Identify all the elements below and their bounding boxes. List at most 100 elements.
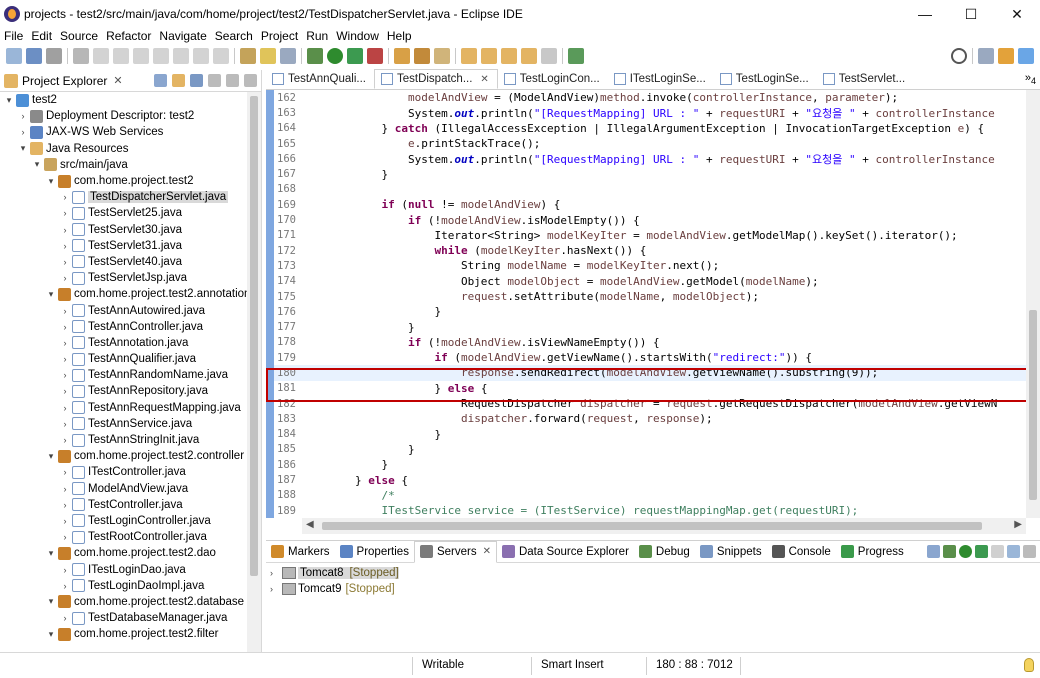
expanded-arrow-icon[interactable]: ▾ (46, 451, 56, 462)
scrollbar-thumb[interactable] (1029, 310, 1037, 500)
code-line[interactable]: 170 if (!modelAndView.isModelEmpty()) { (274, 212, 1026, 227)
tab-data-source-explorer[interactable]: Data Source Explorer (497, 541, 634, 563)
suspend-icon[interactable] (113, 48, 129, 64)
project-explorer-tab[interactable]: Project Explorer ✕ (0, 70, 261, 92)
save-icon[interactable] (26, 48, 42, 64)
debug-server-icon[interactable] (943, 545, 956, 558)
tree-item[interactable]: ▾ test2 (0, 92, 247, 108)
tree-item[interactable]: › ModelAndView.java (0, 481, 247, 497)
maximize-button[interactable]: ☐ (948, 0, 994, 28)
menu-file[interactable]: File (0, 29, 27, 43)
tree-item[interactable]: › TestAnnStringInit.java (0, 432, 247, 448)
expanded-arrow-icon[interactable]: ▾ (46, 629, 56, 640)
collapsed-arrow-icon[interactable]: › (18, 111, 28, 121)
collapse-all-icon[interactable] (927, 545, 940, 558)
filter-icon[interactable] (190, 74, 203, 87)
collapsed-arrow-icon[interactable]: › (60, 370, 70, 380)
debug-icon[interactable] (307, 48, 323, 64)
pin-editor-icon[interactable] (568, 48, 584, 64)
view-menu-icon[interactable] (208, 74, 221, 87)
close-tab-icon[interactable]: ✕ (480, 74, 488, 85)
tree-item[interactable]: ▾ com.home.project.test2.dao (0, 545, 247, 561)
collapsed-arrow-icon[interactable]: › (60, 241, 70, 251)
expanded-arrow-icon[interactable]: ▾ (4, 95, 14, 106)
minimize-view-icon[interactable] (226, 74, 239, 87)
external-tools-icon[interactable] (367, 48, 383, 64)
tab-console[interactable]: Console (767, 541, 836, 563)
tab-debug[interactable]: Debug (634, 541, 695, 563)
collapsed-arrow-icon[interactable]: › (60, 386, 70, 396)
code-line[interactable]: 169 if (null != modelAndView) { (274, 197, 1026, 212)
disconnect-icon[interactable] (153, 48, 169, 64)
tree-item[interactable]: ▾ com.home.project.test2.database (0, 594, 247, 610)
tree-item[interactable]: › TestAnnController.java (0, 319, 247, 335)
tree-item[interactable]: › TestAnnRepository.java (0, 383, 247, 399)
collapsed-arrow-icon[interactable]: › (60, 403, 70, 413)
next-annotation-icon[interactable] (461, 48, 477, 64)
scroll-right-icon[interactable]: ▶ (1014, 519, 1022, 530)
tree-item[interactable]: › TestAnnQualifier.java (0, 351, 247, 367)
code-line[interactable]: 163 System.out.println("[RequestMapping]… (274, 105, 1026, 120)
tree-item[interactable]: › TestRootController.java (0, 529, 247, 545)
tree-item[interactable]: ▾ Java Resources (0, 141, 247, 157)
editor-tab[interactable]: ITestLoginSe... (608, 69, 714, 89)
new-java-project-icon[interactable] (394, 48, 410, 64)
lightbulb-icon[interactable] (1024, 658, 1034, 672)
code-line[interactable]: 173 String modelName = modelKeyIter.next… (274, 258, 1026, 273)
tree-item[interactable]: ▾ com.home.project.test2.annotation (0, 286, 250, 302)
code-line[interactable]: 175 request.setAttribute(modelName, mode… (274, 289, 1026, 304)
view-menu-icon[interactable] (1023, 545, 1036, 558)
expanded-arrow-icon[interactable]: ▾ (46, 596, 56, 607)
code-line[interactable]: 168 (274, 182, 1026, 197)
maximize-view-icon[interactable] (244, 74, 257, 87)
profile-server-icon[interactable] (975, 545, 988, 558)
tree-item[interactable]: › TestAnnAutowired.java (0, 302, 247, 318)
tree-item[interactable]: ▾ com.home.project.test2.filter (0, 626, 247, 642)
coverage-icon[interactable] (347, 48, 363, 64)
collapsed-arrow-icon[interactable]: › (60, 484, 70, 494)
code-line[interactable]: 185 } (274, 442, 1026, 457)
collapsed-arrow-icon[interactable]: › (60, 306, 70, 316)
code-line[interactable]: 174 Object modelObject = modelAndView.ge… (274, 274, 1026, 289)
tree-item[interactable]: › TestLoginController.java (0, 513, 247, 529)
menu-help[interactable]: Help (383, 29, 416, 43)
code-line[interactable]: 182 RequestDispatcher dispatcher = reque… (274, 396, 1026, 411)
collapsed-arrow-icon[interactable]: › (60, 273, 70, 283)
editor-tab[interactable]: TestDispatch... ✕ (373, 69, 498, 89)
close-button[interactable]: ✕ (994, 0, 1040, 28)
terminate-icon[interactable] (133, 48, 149, 64)
tree-item[interactable]: › TestAnnotation.java (0, 335, 247, 351)
menu-project[interactable]: Project (257, 29, 302, 43)
more-tabs-button[interactable]: »4 (1025, 72, 1036, 86)
tree-item[interactable]: ▾ com.home.project.test2 (0, 173, 247, 189)
collapsed-arrow-icon[interactable]: › (60, 208, 70, 218)
run-icon[interactable] (327, 48, 343, 64)
collapsed-arrow-icon[interactable]: › (270, 568, 282, 578)
tree-item[interactable]: › TestDispatcherServlet.java (0, 189, 247, 205)
collapsed-arrow-icon[interactable]: › (270, 584, 282, 594)
expanded-arrow-icon[interactable]: ▾ (18, 143, 28, 154)
code-line[interactable]: 164 } catch (IllegalAccessException | Il… (274, 121, 1026, 136)
collapsed-arrow-icon[interactable]: › (60, 338, 70, 348)
java-ee-perspective-icon[interactable] (998, 48, 1014, 64)
tree-item[interactable]: › TestServletJsp.java (0, 270, 247, 286)
tree-item[interactable]: › JAX-WS Web Services (0, 124, 247, 140)
collapsed-arrow-icon[interactable]: › (60, 516, 70, 526)
last-edit-location-icon[interactable] (501, 48, 517, 64)
tree-item[interactable]: › TestDatabaseManager.java (0, 610, 247, 626)
collapsed-arrow-icon[interactable]: › (60, 322, 70, 332)
start-server-icon[interactable] (959, 545, 972, 558)
tree-item[interactable]: ▾ com.home.project.test2.controller (0, 448, 247, 464)
code-line[interactable]: 183 dispatcher.forward(request, response… (274, 411, 1026, 426)
save-all-icon[interactable] (46, 48, 62, 64)
expanded-arrow-icon[interactable]: ▾ (32, 159, 42, 170)
code-line[interactable]: 178 if (!modelAndView.isViewNameEmpty())… (274, 335, 1026, 350)
menu-source[interactable]: Source (56, 29, 102, 43)
collapsed-arrow-icon[interactable]: › (60, 532, 70, 542)
tree-item[interactable]: › TestController.java (0, 497, 247, 513)
new-package-icon[interactable] (414, 48, 430, 64)
tab-snippets[interactable]: Snippets (695, 541, 767, 563)
tab-progress[interactable]: Progress (836, 541, 909, 563)
code-line[interactable]: 188 /* (274, 488, 1026, 503)
toggle-block-selection-icon[interactable] (260, 48, 276, 64)
